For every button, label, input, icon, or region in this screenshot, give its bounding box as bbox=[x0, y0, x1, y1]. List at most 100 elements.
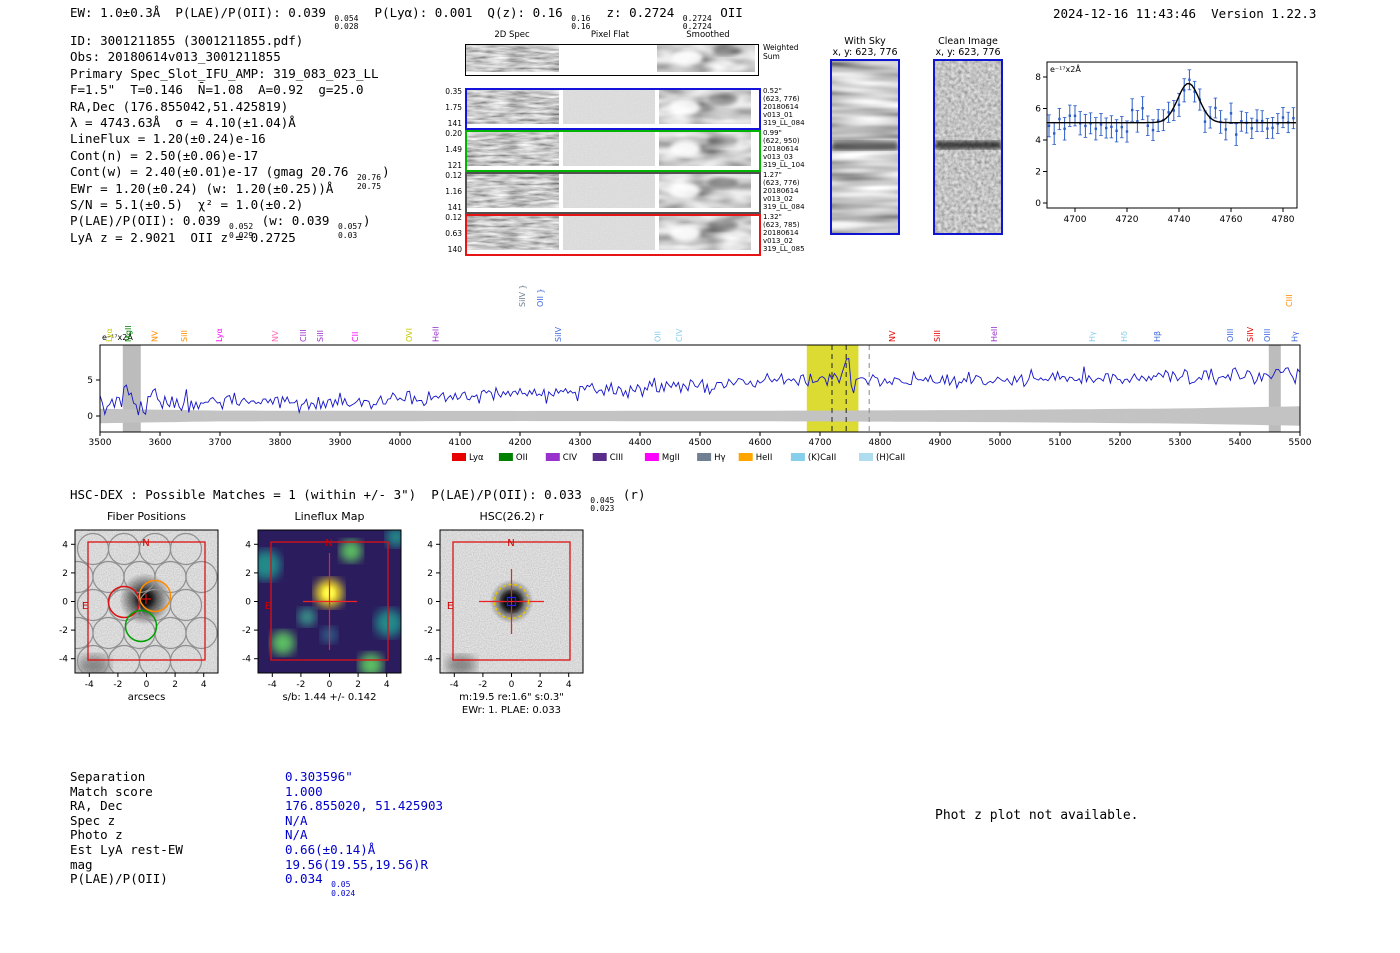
legend-label: HeII bbox=[756, 453, 773, 463]
match-text: 0.034 bbox=[285, 871, 331, 887]
left-label: 0.35 bbox=[445, 87, 462, 96]
info-text: Cont(n) = 2.50(±0.06)e-17 bbox=[70, 147, 259, 163]
x-tick-label: 4700 bbox=[809, 438, 832, 448]
legend-label: Lyα bbox=[469, 453, 484, 463]
spec2d-row-right-labels: 1.27" (623, 776) 20180614 v013_02 319_LL_084 bbox=[763, 171, 833, 211]
error-band bbox=[100, 406, 1300, 426]
emission-line-label: CIV bbox=[675, 328, 684, 342]
plot-frame bbox=[1046, 61, 1298, 209]
left-label: 1.75 bbox=[445, 103, 462, 112]
weighted-smoothed-strip bbox=[657, 45, 755, 72]
spec2d-row-3 bbox=[465, 214, 761, 256]
match-text: 0.303596" bbox=[285, 769, 353, 784]
info-text: S/N = 5.1(±0.5) χ² = 1.0(±0.2) bbox=[70, 196, 304, 212]
right-label: 20180614 bbox=[763, 229, 799, 237]
x-tick-label: 3900 bbox=[329, 438, 352, 448]
data-point bbox=[1203, 120, 1207, 123]
info-text: (w: 0.039 bbox=[254, 213, 337, 229]
legend-label: (K)CaII bbox=[808, 453, 836, 463]
emission-line-label: CII bbox=[351, 332, 360, 342]
data-point bbox=[1058, 117, 1061, 121]
match-row: mag 19.56(19.55,19.56)R bbox=[70, 857, 443, 873]
spec2d-row-1 bbox=[465, 130, 761, 172]
left-label: 0.12 bbox=[445, 171, 462, 180]
data-point bbox=[1292, 117, 1295, 120]
x-tick-label: 4600 bbox=[749, 438, 772, 448]
lineflux-map-title: Lineflux Map bbox=[294, 510, 365, 523]
report-version: Version 1.22.3 bbox=[1211, 6, 1317, 21]
emission-line-label: Hδ bbox=[1120, 331, 1129, 342]
data-point bbox=[1105, 126, 1108, 130]
y-tick-label: 6 bbox=[1035, 105, 1041, 115]
y-tick-label: 5 bbox=[87, 376, 93, 386]
y-tick-label: -2 bbox=[242, 626, 251, 636]
x-tick-label: -4 bbox=[85, 680, 94, 690]
fiber-xlabel: arcsecs bbox=[127, 692, 166, 703]
right-label: (622, 950) bbox=[763, 137, 800, 145]
data-point bbox=[1229, 112, 1233, 115]
spec2d-row-right-labels: 1.32" (623, 785) 20180614 v013_02 319_LL_085 bbox=[763, 213, 833, 253]
x-tick-label: -4 bbox=[450, 680, 459, 690]
match-frac: 0.05 0.024 bbox=[330, 880, 356, 898]
spec2d-row-right-labels: 0.52" (623, 776) 20180614 v013_01 319_LL_084 bbox=[763, 87, 833, 127]
north-marker: N bbox=[507, 538, 514, 549]
legend-swatch bbox=[644, 453, 659, 461]
match-row-label: Spec z bbox=[70, 812, 116, 828]
emission-line-label: SiIV bbox=[554, 326, 563, 342]
match-text: 1.000 bbox=[285, 783, 323, 799]
spec2d-col-header-smoothed: Smoothed bbox=[686, 30, 730, 40]
data-point bbox=[1068, 114, 1071, 117]
data-point bbox=[1235, 133, 1238, 136]
withsky-noise-image bbox=[832, 61, 898, 233]
legend-label: Hγ bbox=[714, 453, 725, 463]
info-line-6: LineFlux = 1.20(±0.24)e-16 bbox=[70, 131, 390, 147]
match-row: RA, Dec 176.855020, 51.425903 bbox=[70, 798, 443, 814]
match-row-value: 0.66(±0.14)Å bbox=[285, 842, 375, 857]
spec2d-panel: 2D Spec Pixel Flat Smoothed Weighted Sum 0… bbox=[445, 30, 835, 262]
x-tick-label: -2 bbox=[478, 680, 487, 690]
legend-swatch bbox=[452, 453, 466, 461]
x-tick-label: 0 bbox=[327, 680, 333, 690]
clean-xy: x, y: 623, 776 bbox=[935, 47, 1001, 58]
emission-line-label: Lyα bbox=[105, 328, 114, 342]
x-tick-label: 5500 bbox=[1289, 438, 1312, 448]
y-tick-label: -4 bbox=[59, 655, 68, 665]
match-row-label: Match score bbox=[70, 783, 153, 799]
x-tick-label: 2 bbox=[537, 680, 543, 690]
legend-swatch bbox=[738, 453, 753, 461]
data-point bbox=[1183, 89, 1186, 92]
legend-swatch bbox=[545, 453, 560, 461]
spec2d-col-header-2dspec: 2D Spec bbox=[494, 30, 530, 40]
info-line-2: Primary Spec_Slot_IFU_AMP: 319_083_023_L… bbox=[70, 66, 390, 82]
y-tick-label: 0 bbox=[427, 598, 433, 608]
left-label: 0.63 bbox=[445, 229, 462, 238]
gaussian-fit-line bbox=[1046, 82, 1296, 124]
data-point bbox=[1047, 124, 1051, 128]
left-label: 0.12 bbox=[445, 213, 462, 222]
match-row-value: 0.303596" bbox=[285, 769, 353, 784]
data-point bbox=[1255, 119, 1259, 122]
x-tick-label: 4800 bbox=[869, 438, 892, 448]
data-point bbox=[1110, 125, 1113, 128]
info-text: EWr = 1.20(±0.24) (w: 1.20(±0.25))Å bbox=[70, 180, 334, 196]
summary-text: EW: 1.0±0.3Å P(LAE)/P(OII): 0.039 bbox=[70, 5, 334, 20]
neighbor-blob bbox=[78, 655, 110, 673]
data-point bbox=[1094, 127, 1097, 130]
data-point bbox=[1281, 116, 1285, 119]
emission-line-label: OII } bbox=[536, 288, 545, 307]
info-text: LyA z = 2.9021 OII z = 0.2725 bbox=[70, 229, 296, 245]
line-fit-plot: 4700 4720 4740 4760 4780 0 2 4 6 8 e⁻¹⁷x2Å bbox=[1035, 61, 1298, 225]
x-tick-label: 4740 bbox=[1168, 215, 1191, 225]
y-tick-label: 2 bbox=[245, 569, 251, 579]
data-point bbox=[1053, 132, 1056, 135]
summary-text: P(Lyα): 0.001 Q(z): 0.16 bbox=[359, 5, 571, 20]
y-tick-label: 0 bbox=[87, 412, 93, 422]
x-tick-label: 2 bbox=[172, 680, 178, 690]
data-point bbox=[1167, 111, 1170, 114]
x-tick-label: 3700 bbox=[209, 438, 232, 448]
x-tick-label: 4780 bbox=[1272, 215, 1295, 225]
info-text: λ = 4743.63Å σ = 4.10(±1.04)Å bbox=[70, 114, 296, 130]
x-tick-label: 4500 bbox=[689, 438, 712, 448]
data-point bbox=[1146, 124, 1149, 127]
clean-title: Clean Image bbox=[938, 36, 998, 47]
